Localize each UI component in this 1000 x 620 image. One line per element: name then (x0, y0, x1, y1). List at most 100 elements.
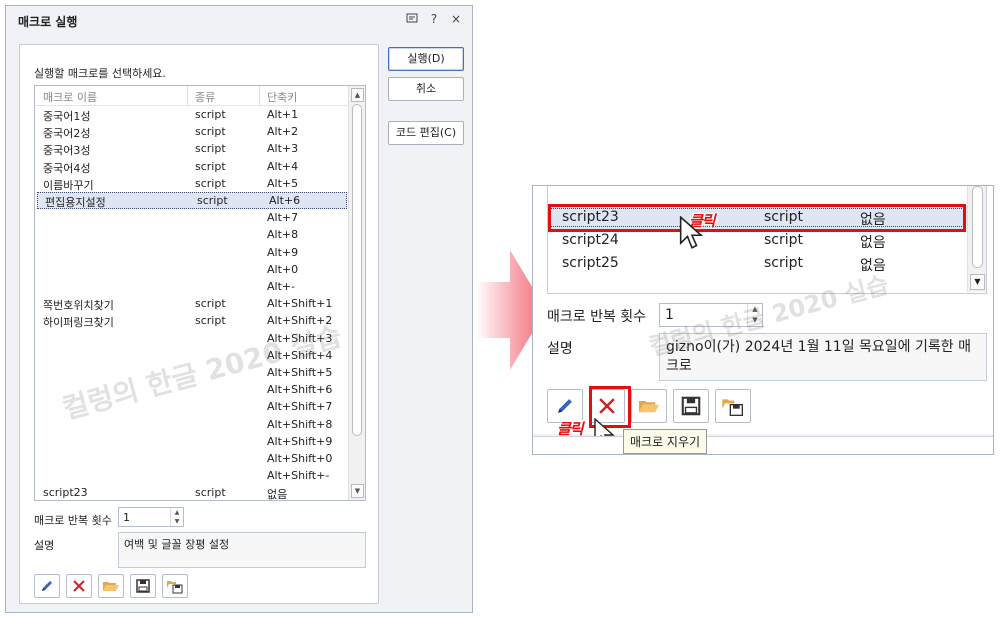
zoom-macro-row[interactable]: script25 script 없음 (548, 252, 968, 275)
macro-toolbar (34, 574, 188, 598)
macro-shortcut-cell: Alt+Shift+6 (267, 383, 333, 397)
macro-row[interactable]: Alt+Shift+7 (35, 398, 349, 415)
macro-row[interactable]: Alt+Shift+3 (35, 330, 349, 347)
list-scrollbar[interactable]: ▲ ▼ (348, 86, 365, 500)
zoom-repeat-count-stepper[interactable]: 1 ▲ ▼ (659, 303, 763, 327)
scroll-up-icon[interactable]: ▲ (351, 88, 364, 102)
macro-row[interactable]: 이름바꾸기 script Alt+5 (35, 175, 349, 192)
macro-shortcut-cell: Alt+Shift+3 (267, 331, 333, 345)
save-as-icon (722, 399, 743, 416)
run-button[interactable]: 실행(D) (388, 47, 464, 71)
save-as-macro-button[interactable] (162, 574, 188, 598)
macro-row[interactable]: Alt+Shift+- (35, 467, 349, 484)
stepper-arrows-icon[interactable]: ▲ ▼ (170, 508, 183, 526)
macro-shortcut-cell: 없음 (267, 488, 288, 501)
zoom-save-macro-button[interactable] (673, 389, 709, 423)
macro-row[interactable]: 중국어2성 script Alt+2 (35, 123, 349, 140)
titlebar-icons: ? × (406, 12, 462, 27)
macro-name-cell: 중국어1성 (43, 110, 91, 123)
repeat-count-stepper[interactable]: 1 ▲ ▼ (118, 507, 184, 527)
macro-shortcut-cell: Alt+Shift+1 (267, 297, 333, 311)
macro-shortcut-cell: Alt+Shift+8 (267, 417, 333, 431)
macro-name-cell: 중국어2성 (43, 127, 91, 141)
macro-type-cell: script (195, 142, 226, 156)
macro-row[interactable]: Alt+Shift+9 (35, 433, 349, 450)
zoom-repeat-count-label: 매크로 반복 횟수 (547, 309, 647, 325)
zoom-save-as-macro-button[interactable] (715, 389, 751, 423)
macro-row[interactable]: Alt+Shift+5 (35, 364, 349, 381)
column-header-name[interactable]: 매크로 이름 (43, 89, 97, 105)
edit-macro-button[interactable] (34, 574, 60, 598)
macro-row[interactable]: 쪽번호위치찾기 script Alt+Shift+1 (35, 295, 349, 312)
macro-shortcut-cell: Alt+3 (267, 142, 299, 156)
macro-type-cell: script (195, 159, 226, 173)
scroll-down-icon[interactable]: ▼ (351, 484, 364, 498)
macro-shortcut-cell: Alt+7 (267, 211, 299, 225)
close-icon[interactable]: × (450, 12, 462, 27)
help-icon[interactable]: ? (428, 12, 440, 27)
macro-shortcut-cell: Alt+Shift+4 (267, 348, 333, 362)
macro-row[interactable]: Alt+Shift+4 (35, 347, 349, 364)
column-header-type[interactable]: 종류 (195, 89, 215, 105)
dialog-title: 매크로 실행 (18, 15, 78, 29)
zoom-scroll-down-icon[interactable]: ▼ (970, 274, 985, 290)
macro-name-cell: script24 (562, 232, 619, 248)
select-prompt: 실행할 매크로를 선택하세요. (34, 67, 166, 80)
macro-type-cell: script (195, 486, 226, 500)
macro-row[interactable]: Alt+8 (35, 226, 349, 243)
macro-row-selected[interactable]: 편집용지설정 script Alt+6 (37, 192, 347, 209)
macro-name-cell: 쪽번호위치찾기 (43, 299, 114, 313)
delete-x-icon (73, 580, 85, 592)
pencil-icon (558, 399, 572, 413)
scroll-thumb[interactable] (352, 104, 362, 436)
macro-shortcut-cell: Alt+Shift+- (267, 469, 330, 483)
macro-panel: 실행할 매크로를 선택하세요. 매크로 이름 종류 단축키 중국어1성 scrip… (19, 44, 379, 604)
macro-row[interactable]: script23 script 없음 (35, 484, 349, 501)
macro-row[interactable]: Alt+0 (35, 261, 349, 278)
column-header-shortcut[interactable]: 단축키 (267, 89, 297, 105)
macro-row[interactable]: Alt+- (35, 278, 349, 295)
macro-type-cell: script (195, 297, 226, 311)
macro-row[interactable]: Alt+Shift+6 (35, 381, 349, 398)
macro-type-cell: script (764, 232, 804, 248)
zoom-panel: script23 script 없음 script24 script 없음 script25… (533, 186, 993, 434)
zoom-list-scrollbar[interactable]: ▼ (967, 186, 986, 292)
macro-shortcut-cell: Alt+8 (267, 228, 299, 242)
macro-row[interactable]: Alt+9 (35, 244, 349, 261)
macro-shortcut-cell: Alt+5 (267, 176, 299, 190)
macro-name-cell: 중국어3성 (43, 144, 91, 158)
macro-row[interactable]: Alt+7 (35, 209, 349, 226)
macro-list[interactable]: 매크로 이름 종류 단축키 중국어1성 script Alt+1 중국어2성 scrip… (34, 85, 366, 501)
macro-row[interactable]: 중국어4성 script Alt+4 (35, 158, 349, 175)
zoom-macro-list[interactable]: script23 script 없음 script24 script 없음 script25… (547, 186, 987, 294)
macro-row[interactable]: 중국어3성 script Alt+3 (35, 140, 349, 157)
zoom-description-field[interactable]: gizno이(가) 2024년 1월 11일 목요일에 기록한 매크로 (659, 333, 987, 381)
repeat-count-value[interactable]: 1 (123, 511, 130, 524)
restore-icon[interactable] (406, 12, 418, 27)
macro-name-cell: script23 (43, 486, 88, 500)
zoom-description-label: 설명 (547, 341, 573, 357)
pencil-icon (42, 581, 52, 591)
open-macro-button[interactable] (98, 574, 124, 598)
folder-open-icon (103, 582, 119, 591)
delete-macro-button[interactable] (66, 574, 92, 598)
zoom-scroll-thumb[interactable] (972, 186, 983, 268)
delete-x-icon (599, 398, 615, 414)
zoom-macro-row[interactable]: script24 script 없음 (548, 229, 968, 252)
macro-row[interactable]: 중국어1성 script Alt+1 (35, 106, 349, 123)
cancel-button[interactable]: 취소 (388, 77, 464, 101)
edit-code-button[interactable]: 코드 편집(C) (388, 121, 464, 145)
zoom-macro-row-selected[interactable]: script23 script 없음 (548, 206, 968, 229)
dialog-titlebar: 매크로 실행 ? × (6, 6, 472, 34)
macro-name-cell: 편집용지설정 (45, 196, 106, 209)
save-macro-button[interactable] (130, 574, 156, 598)
macro-row[interactable]: Alt+Shift+8 (35, 416, 349, 433)
description-field[interactable]: 여백 및 글꼴 장평 설정 (118, 532, 366, 568)
macro-row[interactable]: 하이퍼링크찾기 script Alt+Shift+2 (35, 312, 349, 329)
macro-shortcut-cell: Alt+0 (267, 262, 299, 276)
zoom-repeat-count-value[interactable]: 1 (665, 307, 674, 323)
zoom-stepper-arrows-icon[interactable]: ▲ ▼ (747, 304, 762, 326)
document-background (533, 436, 993, 454)
macro-row[interactable]: Alt+Shift+0 (35, 450, 349, 467)
zoom-open-macro-button[interactable] (631, 389, 667, 423)
